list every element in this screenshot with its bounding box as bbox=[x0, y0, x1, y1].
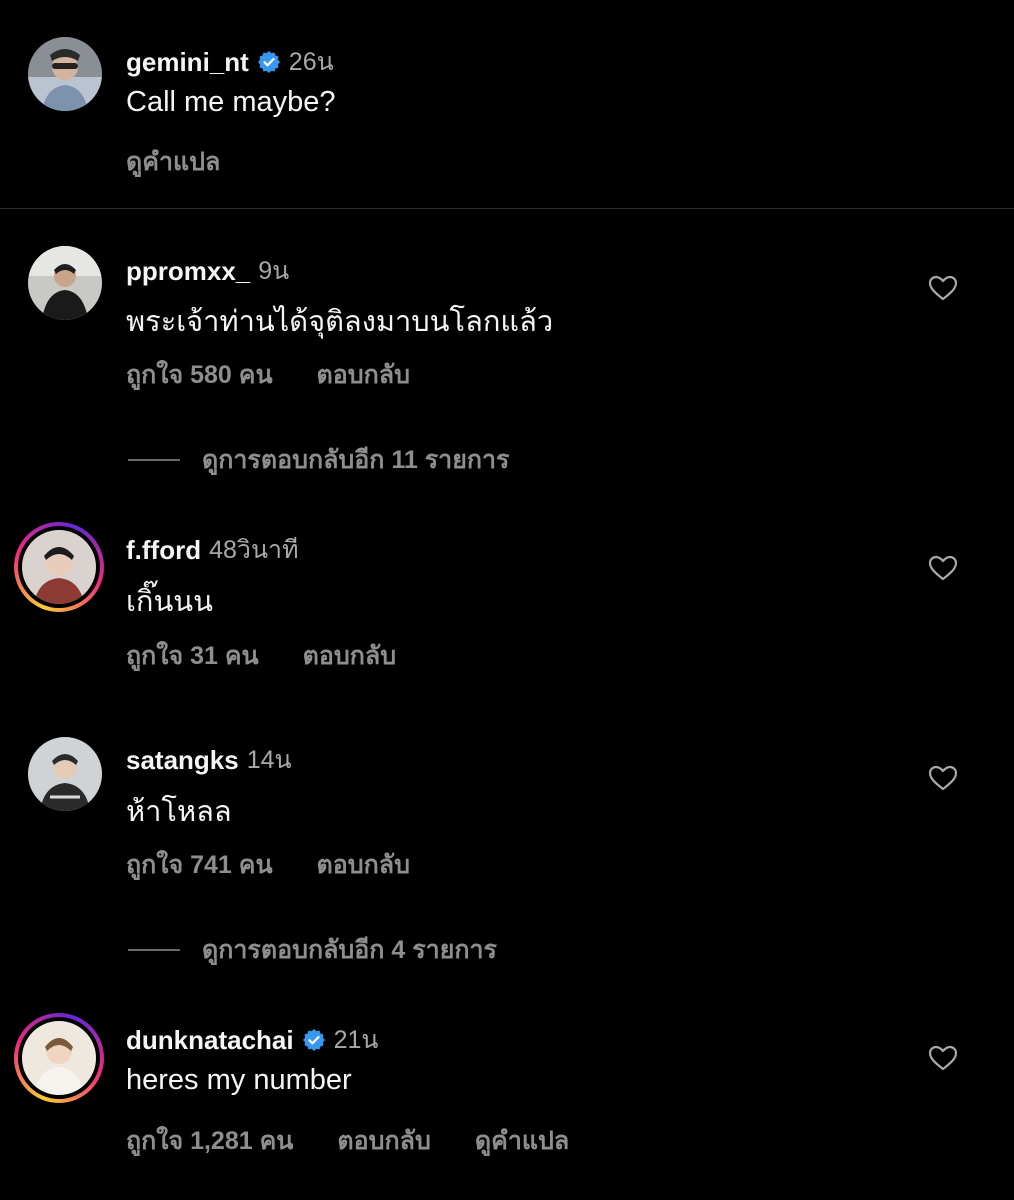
reply-button[interactable]: ตอบกลับ bbox=[317, 355, 410, 395]
caption-actions: ดูคำแปล bbox=[126, 142, 220, 182]
comment-header: satangks 14น bbox=[126, 740, 292, 780]
comment-avatar[interactable] bbox=[28, 737, 102, 811]
caption-divider bbox=[0, 208, 1014, 209]
reply-button[interactable]: ตอบกลับ bbox=[303, 636, 396, 676]
comment-avatar bbox=[22, 1021, 96, 1095]
post-caption: gemini_nt 26น Call me maybe? ดูคำแปล bbox=[0, 0, 1014, 210]
caption-timestamp: 26น bbox=[288, 48, 334, 76]
comment-text: พระเจ้าท่านได้จุติลงมาบนโลกแล้ว bbox=[126, 306, 554, 338]
comment-actions: ถูกใจ 31 คน ตอบกลับ bbox=[126, 636, 396, 676]
caption-header: gemini_nt 26น bbox=[126, 42, 334, 82]
caption-text: Call me maybe? bbox=[126, 86, 336, 118]
comment-timestamp: 48วินาที bbox=[209, 536, 299, 564]
view-replies-label: ดูการตอบกลับอีก 4 รายการ bbox=[202, 936, 497, 964]
comment-text: เกิ๊นนน bbox=[126, 586, 213, 618]
replies-divider-line bbox=[128, 459, 180, 461]
replies-divider-line bbox=[128, 949, 180, 951]
heart-outline-icon[interactable] bbox=[928, 1043, 958, 1073]
comment-actions: ถูกใจ 580 คน ตอบกลับ bbox=[126, 355, 410, 395]
view-replies-button[interactable]: ดูการตอบกลับอีก 4 รายการ bbox=[128, 930, 497, 970]
comment-username[interactable]: satangks bbox=[126, 745, 239, 776]
comment-username[interactable]: dunknatachai bbox=[126, 1025, 294, 1056]
reply-button[interactable]: ตอบกลับ bbox=[317, 845, 410, 885]
comment-timestamp: 14น bbox=[246, 746, 292, 774]
see-translation-link[interactable]: ดูคำแปล bbox=[126, 142, 220, 182]
comment-header: f.fford 48วินาที bbox=[126, 530, 299, 570]
reply-button[interactable]: ตอบกลับ bbox=[337, 1121, 430, 1161]
verified-badge-icon bbox=[257, 51, 280, 73]
comment-text: heres my number bbox=[126, 1064, 352, 1096]
like-count[interactable]: ถูกใจ 741 คน bbox=[126, 845, 273, 885]
like-count[interactable]: ถูกใจ 31 คน bbox=[126, 636, 259, 676]
view-replies-label: ดูการตอบกลับอีก 11 รายการ bbox=[202, 446, 510, 474]
like-count[interactable]: ถูกใจ 1,281 คน bbox=[126, 1121, 293, 1161]
comment-header: ppromxx_ 9น bbox=[126, 251, 289, 291]
comment-actions: ถูกใจ 741 คน ตอบกลับ bbox=[126, 845, 410, 885]
story-ring[interactable] bbox=[14, 522, 104, 612]
view-replies-button[interactable]: ดูการตอบกลับอีก 11 รายการ bbox=[128, 440, 509, 480]
heart-outline-icon[interactable] bbox=[928, 763, 958, 793]
caption-avatar[interactable] bbox=[28, 37, 102, 111]
see-translation-link[interactable]: ดูคำแปล bbox=[475, 1121, 569, 1161]
comment-avatar[interactable] bbox=[28, 246, 102, 320]
comment-username[interactable]: f.fford bbox=[126, 535, 201, 566]
comment-header: dunknatachai 21น bbox=[126, 1020, 379, 1060]
comment-avatar bbox=[22, 530, 96, 604]
verified-badge-icon bbox=[302, 1029, 325, 1051]
heart-outline-icon[interactable] bbox=[928, 273, 958, 303]
comment-actions: ถูกใจ 1,281 คน ตอบกลับ ดูคำแปล bbox=[126, 1121, 569, 1161]
comment-timestamp: 9น bbox=[258, 257, 290, 285]
comment-text: ห้าโหลล bbox=[126, 796, 232, 828]
caption-username[interactable]: gemini_nt bbox=[126, 47, 249, 78]
like-count[interactable]: ถูกใจ 580 คน bbox=[126, 355, 273, 395]
comment-username[interactable]: ppromxx_ bbox=[126, 256, 250, 287]
heart-outline-icon[interactable] bbox=[928, 553, 958, 583]
comment-timestamp: 21น bbox=[333, 1026, 379, 1054]
story-ring[interactable] bbox=[14, 1013, 104, 1103]
